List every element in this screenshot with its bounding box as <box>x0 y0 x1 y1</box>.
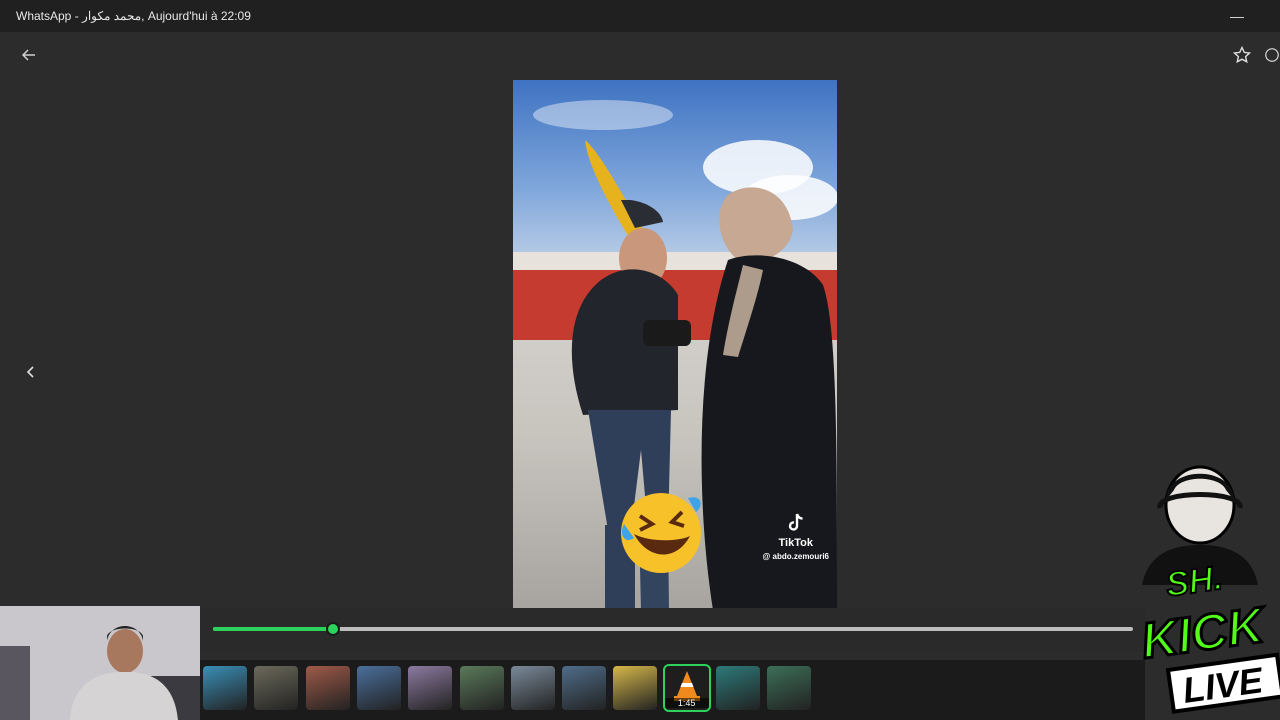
brand-top-text: SH. <box>1164 559 1225 605</box>
taskbar-item-app-9[interactable] <box>613 666 658 710</box>
window-title: WhatsApp - محمد مكوار, Aujourd'hui à 22:… <box>16 9 251 23</box>
minimize-button[interactable]: — <box>1224 6 1250 26</box>
taskbar-item-vlc[interactable]: 1:45 <box>662 664 711 712</box>
taskbar-item-app-2[interactable] <box>254 666 299 710</box>
tiktok-logo-icon <box>788 513 803 531</box>
streamer-webcam-image <box>0 606 200 720</box>
more-icon <box>1265 48 1279 62</box>
taskbar-item-app-11[interactable] <box>716 666 760 710</box>
webcam-overlay <box>0 606 200 720</box>
seek-handle[interactable] <box>325 622 340 636</box>
star-icon <box>1233 46 1251 64</box>
arrow-left-icon <box>21 49 35 61</box>
taskbar: 1:45 <box>200 660 1145 720</box>
taskbar-item-app-12[interactable] <box>767 666 812 710</box>
favorite-button[interactable] <box>1226 39 1258 71</box>
taskbar-item-app-6[interactable] <box>459 666 504 710</box>
taskbar-item-app-7[interactable] <box>510 666 555 710</box>
taskbar-item-app-5[interactable] <box>408 666 453 710</box>
back-button[interactable] <box>13 39 45 71</box>
taskbar-item-app-8[interactable] <box>562 666 607 710</box>
chevron-left-icon <box>26 366 34 378</box>
more-button[interactable] <box>1264 39 1280 71</box>
laughing-emoji <box>621 493 701 573</box>
previous-button[interactable] <box>15 356 47 388</box>
title-bar: WhatsApp - محمد مكوار, Aujourd'hui à 22:… <box>0 0 1280 32</box>
video-frame[interactable]: TikTok @ abdo.zemouri6 <box>513 80 837 610</box>
tiktok-watermark: TikTok @ abdo.zemouri6 <box>763 512 829 561</box>
taskbar-item-app-4[interactable] <box>356 666 401 710</box>
taskbar-item-app-1[interactable] <box>203 666 247 710</box>
seek-progress <box>213 627 333 631</box>
taskbar-item-app-3[interactable] <box>305 666 350 710</box>
player-controls <box>200 608 1145 652</box>
tiktok-label: TikTok <box>778 537 813 549</box>
cloud <box>533 100 673 130</box>
kick-live-badge: SH. KICK LIVE <box>1136 465 1280 714</box>
taskbar-item-time: 1:45 <box>664 698 709 708</box>
seek-bar[interactable] <box>213 622 1133 636</box>
tiktok-username: @ abdo.zemouri6 <box>762 552 829 561</box>
